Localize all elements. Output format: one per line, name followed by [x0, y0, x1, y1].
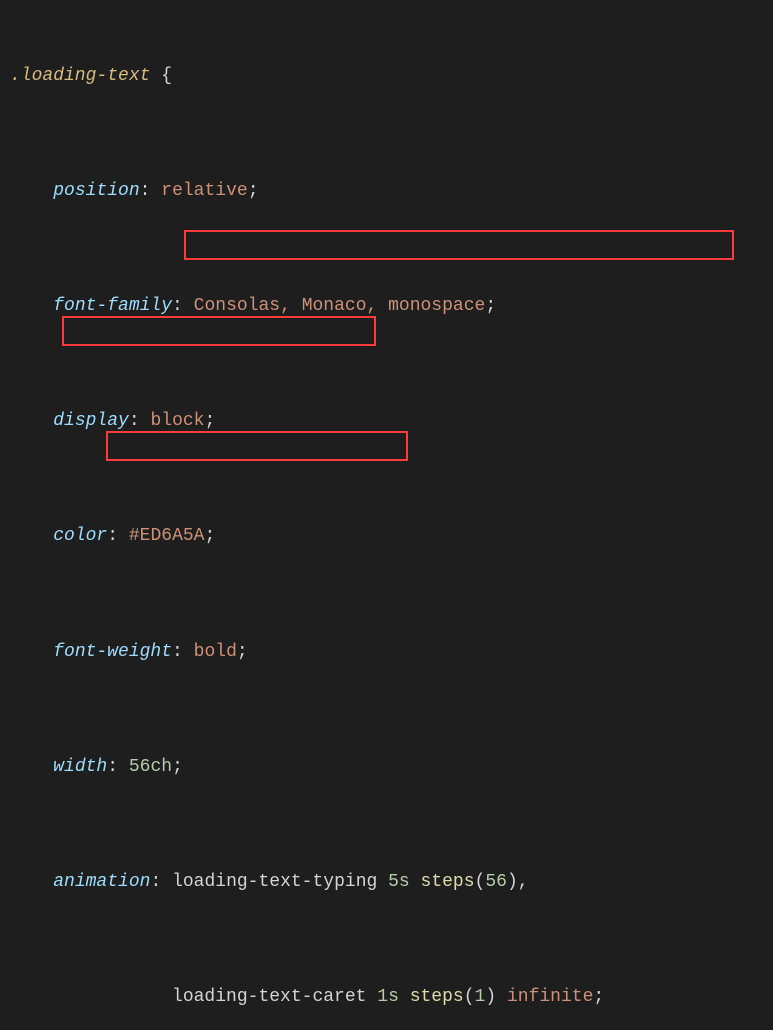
css-selector: .loading-text	[10, 66, 150, 86]
code-line: .loading-text {	[10, 62, 763, 91]
code-line: display: block;	[10, 407, 763, 436]
css-property: color	[53, 526, 107, 546]
css-property: width	[53, 757, 107, 777]
code-line: font-family: Consolas, Monaco, monospace…	[10, 292, 763, 321]
css-value: block	[150, 411, 204, 431]
css-duration: 1s	[377, 987, 399, 1007]
code-line: width: 56ch;	[10, 753, 763, 782]
css-property: animation	[53, 872, 150, 892]
css-animation-name: loading-text-caret	[172, 987, 366, 1007]
css-value: relative	[161, 181, 247, 201]
code-line: color: #ED6A5A;	[10, 522, 763, 551]
css-unit: ch	[150, 757, 172, 777]
code-editor[interactable]: .loading-text { position: relative; font…	[0, 0, 773, 1030]
css-value: bold	[194, 642, 237, 662]
open-brace: {	[161, 66, 172, 86]
css-property: font-weight	[53, 642, 172, 662]
code-line: position: relative;	[10, 177, 763, 206]
code-line: animation: loading-text-typing 5s steps(…	[10, 868, 763, 897]
highlight-box	[184, 230, 734, 260]
css-property: position	[53, 181, 139, 201]
css-number: 56	[129, 757, 151, 777]
css-function: steps	[410, 987, 464, 1007]
code-line: loading-text-caret 1s steps(1) infinite;	[10, 983, 763, 1012]
code-line: font-weight: bold;	[10, 638, 763, 667]
css-animation-name: loading-text-typing	[172, 872, 377, 892]
css-value: #ED6A5A	[129, 526, 205, 546]
css-function: steps	[421, 872, 475, 892]
css-property: display	[53, 411, 129, 431]
css-value: Consolas, Monaco, monospace	[194, 296, 486, 316]
css-keyword: infinite	[507, 987, 593, 1007]
css-property: font-family	[53, 296, 172, 316]
css-duration: 5s	[388, 872, 410, 892]
